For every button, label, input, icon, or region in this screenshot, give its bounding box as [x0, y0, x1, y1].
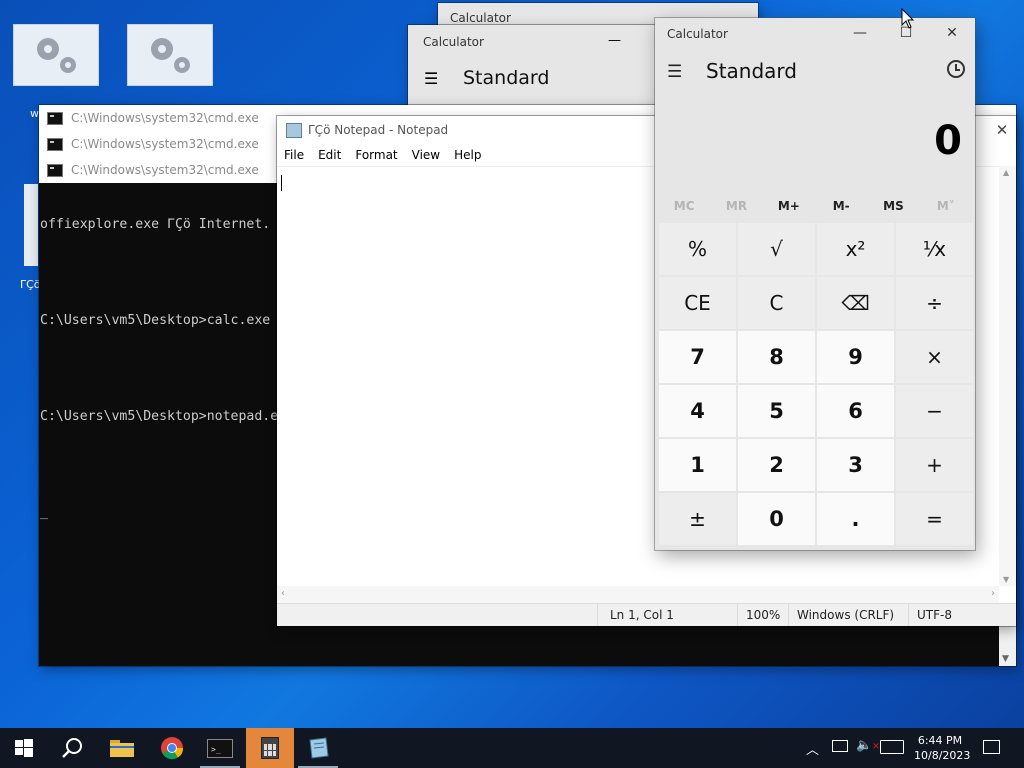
settings-shortcut-icon[interactable]	[127, 24, 213, 86]
mode-title: Standard	[706, 59, 797, 83]
memory-recall-button[interactable]: MR	[710, 199, 762, 213]
horizontal-scrollbar[interactable]: ‹ ›	[277, 586, 999, 604]
vertical-scrollbar[interactable]: ▲ ▼	[999, 166, 1016, 586]
clock[interactable]: 6:44 PM 10/8/2023	[914, 733, 971, 763]
square-key[interactable]: x²	[817, 223, 894, 275]
settings-shortcut-icon[interactable]	[13, 24, 99, 86]
scroll-down-icon[interactable]: ▼	[1002, 654, 1009, 664]
digit-9-key[interactable]: 9	[817, 331, 894, 383]
volume-muted-icon[interactable]: 🔈✕	[856, 738, 880, 753]
desktop-icon-partial	[24, 184, 38, 266]
negate-key[interactable]: ±	[659, 493, 736, 545]
digit-4-key[interactable]: 4	[659, 385, 736, 437]
notepad-icon	[286, 122, 302, 138]
mouse-cursor-icon	[901, 8, 915, 29]
equals-key[interactable]: =	[896, 493, 973, 545]
hamburger-icon[interactable]: ☰	[667, 62, 682, 82]
digit-3-key[interactable]: 3	[817, 439, 894, 491]
square-root-key[interactable]: √	[738, 223, 815, 275]
status-zoom: 100%	[737, 604, 788, 626]
window-title: ΓÇö Notepad - Notepad	[308, 123, 449, 137]
gears-icon	[142, 31, 198, 79]
percent-key[interactable]: %	[659, 223, 736, 275]
digit-5-key[interactable]: 5	[738, 385, 815, 437]
memory-row: MC MR M+ M- MS M˅	[658, 199, 972, 213]
window-title: C:\Windows\system32\cmd.exe	[71, 111, 259, 125]
window-title: C:\Windows\system32\cmd.exe	[71, 163, 259, 177]
digit-6-key[interactable]: 6	[817, 385, 894, 437]
memory-list-button[interactable]: M˅	[920, 199, 972, 213]
cmd-taskbar-icon[interactable]: >_	[196, 728, 244, 768]
window-title: Calculator	[667, 27, 728, 41]
menu-edit[interactable]: Edit	[311, 144, 348, 166]
show-hidden-icons-icon[interactable]: ︿	[806, 739, 819, 758]
text-caret	[281, 175, 282, 191]
notepad-taskbar-icon[interactable]	[294, 728, 342, 768]
backspace-key[interactable]: ⌫	[817, 277, 894, 329]
taskbar: >_ ︿ 🔈✕ 6:44 PM 10/8/2023	[0, 728, 1024, 768]
cmd-icon	[47, 163, 63, 177]
status-position: Ln 1, Col 1	[597, 604, 737, 626]
clear-key[interactable]: C	[738, 277, 815, 329]
scroll-up-icon[interactable]: ▲	[1003, 168, 1009, 177]
desktop-icon-label: w	[30, 107, 39, 120]
status-bar: Ln 1, Col 1 100% Windows (CRLF) UTF-8	[277, 603, 1016, 626]
chrome-icon[interactable]	[148, 728, 196, 768]
minimize-icon[interactable]: —	[608, 33, 621, 48]
keyboard-icon[interactable]	[880, 740, 904, 754]
close-icon[interactable]: ✕	[990, 116, 1014, 144]
scroll-left-icon[interactable]: ‹	[281, 588, 285, 599]
window-title: Calculator	[450, 11, 511, 25]
status-line-ending: Windows (CRLF)	[788, 604, 908, 626]
close-icon[interactable]: ✕	[929, 18, 975, 48]
window-title: C:\Windows\system32\cmd.exe	[71, 137, 259, 151]
clock-time: 6:44 PM	[917, 734, 963, 747]
search-icon[interactable]	[48, 728, 96, 768]
digit-0-key[interactable]: 0	[738, 493, 815, 545]
digit-8-key[interactable]: 8	[738, 331, 815, 383]
digit-7-key[interactable]: 7	[659, 331, 736, 383]
menu-view[interactable]: View	[405, 144, 447, 166]
notifications-icon[interactable]	[983, 740, 1000, 754]
desktop-icon-label: ΓÇö	[20, 278, 41, 291]
history-icon[interactable]	[947, 60, 965, 78]
memory-store-button[interactable]: MS	[867, 199, 919, 213]
calculator-window[interactable]: Calculator — ☐ ✕ ☰ Standard 0 MC MR M+ M…	[655, 18, 975, 550]
cmd-icon	[47, 111, 63, 125]
menu-file[interactable]: File	[277, 144, 311, 166]
memory-subtract-button[interactable]: M-	[815, 199, 867, 213]
digit-2-key[interactable]: 2	[738, 439, 815, 491]
memory-add-button[interactable]: M+	[763, 199, 815, 213]
multiply-key[interactable]: ×	[896, 331, 973, 383]
cmd-icon	[47, 137, 63, 151]
digit-1-key[interactable]: 1	[659, 439, 736, 491]
clear-entry-key[interactable]: CE	[659, 277, 736, 329]
hamburger-icon[interactable]: ☰	[424, 69, 438, 88]
network-icon[interactable]	[832, 740, 848, 752]
add-key[interactable]: +	[896, 439, 973, 491]
decimal-key[interactable]: .	[817, 493, 894, 545]
scroll-down-icon[interactable]: ▼	[1003, 575, 1009, 584]
minimize-icon[interactable]: —	[837, 18, 883, 48]
status-encoding: UTF-8	[908, 604, 1016, 626]
divide-key[interactable]: ÷	[896, 277, 973, 329]
window-title: Calculator	[423, 35, 484, 49]
calculator-taskbar-icon[interactable]	[246, 728, 294, 768]
keypad: % √ x² ¹⁄x CE C ⌫ ÷ 7 8 9 × 4 5 6− 1 2 3 + ±0. =	[659, 223, 973, 545]
clock-date: 10/8/2023	[914, 749, 971, 762]
start-icon[interactable]	[0, 728, 48, 768]
mode-title: Standard	[463, 67, 550, 89]
menu-format[interactable]: Format	[348, 144, 404, 166]
reciprocal-key[interactable]: ¹⁄x	[896, 223, 973, 275]
calculator-display: 0	[934, 118, 962, 164]
subtract-key[interactable]: −	[896, 385, 973, 437]
menu-help[interactable]: Help	[447, 144, 488, 166]
scroll-right-icon[interactable]: ›	[991, 588, 995, 599]
gears-icon	[28, 31, 84, 79]
memory-clear-button[interactable]: MC	[658, 199, 710, 213]
file-explorer-icon[interactable]	[98, 728, 146, 768]
